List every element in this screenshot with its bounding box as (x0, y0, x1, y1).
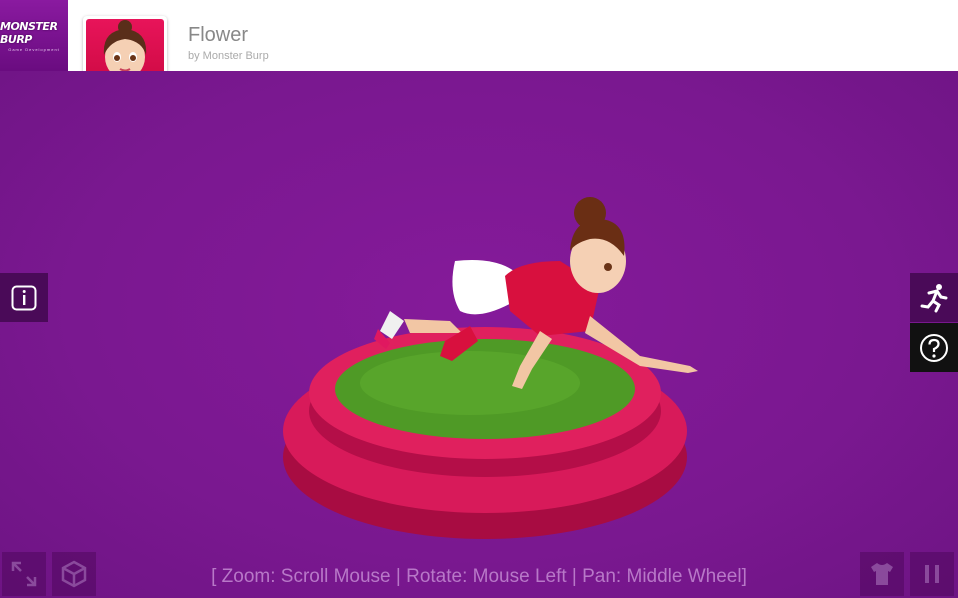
monster-burp-logo[interactable]: MONSTER BURP Game Development (0, 0, 68, 71)
top-bar: MONSTER BURP Game Development Flower by … (0, 0, 958, 101)
logo-subtext: Game Development (8, 46, 60, 52)
model-author[interactable]: by Monster Burp (188, 50, 269, 62)
info-icon (11, 285, 37, 310)
grass-highlight (360, 351, 580, 415)
info-button[interactable] (0, 273, 48, 322)
pause-button[interactable] (910, 552, 954, 596)
3d-viewer[interactable] (0, 71, 958, 598)
running-person-icon (920, 283, 948, 312)
help-button[interactable] (910, 323, 958, 372)
question-icon (920, 333, 948, 362)
model-title: Flower (188, 24, 249, 46)
animation-button[interactable] (910, 273, 958, 322)
tshirt-icon (871, 563, 893, 585)
pause-icon (925, 565, 939, 583)
scene-render (283, 197, 698, 539)
controls-hint: [ Zoom: Scroll Mouse | Rotate: Mouse Lef… (211, 566, 747, 587)
outfit-button[interactable] (860, 552, 904, 596)
logo-text: MONSTER BURP (0, 19, 58, 46)
